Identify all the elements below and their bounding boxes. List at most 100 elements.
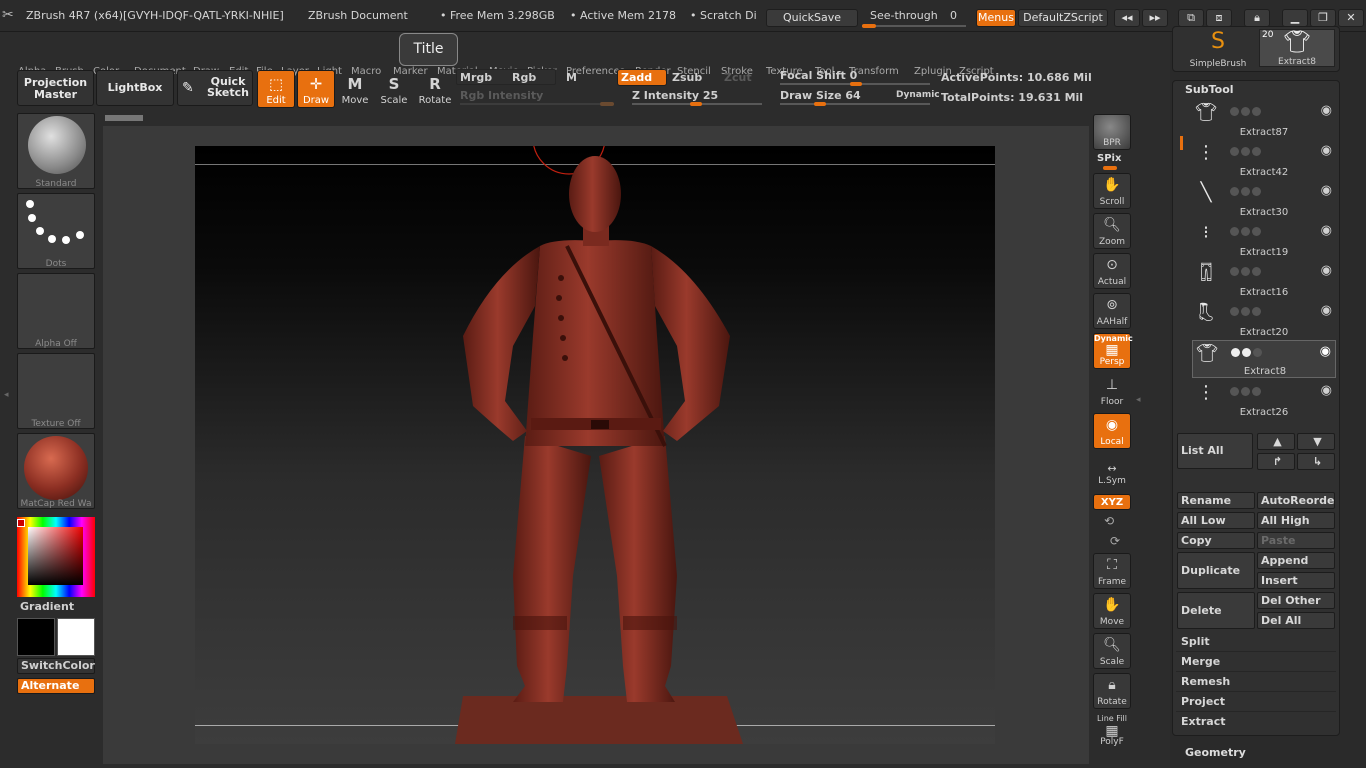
move-view-button[interactable]: ✋ Move — [1093, 593, 1131, 629]
right-tray-toggle-icon[interactable]: ◂ — [1136, 395, 1141, 405]
lightbox-button[interactable]: LightBox — [96, 70, 174, 106]
polyf-button[interactable]: Line Fill ▦ PolyF — [1093, 713, 1131, 749]
draw-size-knob[interactable] — [814, 102, 826, 106]
rgb-intensity-knob[interactable] — [600, 102, 614, 106]
spix-knob[interactable] — [1103, 166, 1117, 170]
subtool-scroll-indicator[interactable] — [1180, 136, 1183, 150]
see-through-slider[interactable] — [862, 25, 966, 27]
viewport-canvas[interactable] — [195, 146, 995, 744]
extract-subpalette[interactable]: Extract — [1176, 712, 1336, 732]
list-all-button[interactable]: List All — [1177, 433, 1253, 469]
move-down-branch-icon[interactable]: ↳ — [1297, 453, 1335, 470]
subtool-row[interactable]: 👕︎ ◉ Extract87 — [1192, 100, 1336, 138]
paste-button[interactable]: Paste — [1257, 532, 1335, 549]
quicksave-button[interactable]: QuickSave — [766, 9, 858, 27]
layout-alt-icon[interactable]: ⧈ — [1206, 9, 1232, 27]
eye-icon[interactable]: ◉ — [1321, 143, 1332, 158]
zsub-button[interactable]: Zsub — [672, 71, 702, 84]
scroll-right-icon[interactable]: ▸▸ — [1142, 9, 1168, 27]
subtool-row[interactable]: ⁝ ◉ Extract19 — [1192, 220, 1336, 258]
subtool-row[interactable]: 👖︎ ◉ Extract16 — [1192, 260, 1336, 298]
delete-button[interactable]: Delete — [1177, 592, 1255, 629]
alternate-button[interactable]: Alternate — [17, 678, 95, 694]
layout-icon[interactable]: ⧉ — [1178, 9, 1204, 27]
scroll-button[interactable]: ✋ Scroll — [1093, 173, 1131, 209]
remesh-subpalette[interactable]: Remesh — [1176, 672, 1336, 692]
z-intensity-knob[interactable] — [690, 102, 702, 106]
bpr-button[interactable]: BPR — [1093, 114, 1131, 150]
geometry-palette[interactable]: Geometry — [1185, 746, 1246, 759]
default-zscript-button[interactable]: DefaultZScript — [1018, 9, 1108, 27]
focal-shift-knob[interactable] — [850, 82, 862, 86]
edit-button[interactable]: ⬚ Edit — [257, 70, 295, 108]
mrgb-button[interactable]: Mrgb — [460, 71, 492, 84]
projection-master-button[interactable]: Projection Master — [17, 70, 94, 106]
actual-button[interactable]: ⊙ Actual — [1093, 253, 1131, 289]
rgb-button[interactable]: Rgb — [512, 71, 536, 84]
append-button[interactable]: Append — [1257, 552, 1335, 569]
eye-icon[interactable]: ◉ — [1320, 344, 1331, 359]
frame-button[interactable]: ⛶ Frame — [1093, 553, 1131, 589]
floor-button[interactable]: ⊥ Floor — [1093, 373, 1131, 409]
all-high-button[interactable]: All High — [1257, 512, 1335, 529]
duplicate-button[interactable]: Duplicate — [1177, 552, 1255, 589]
eye-icon[interactable]: ◉ — [1321, 183, 1332, 198]
subtool-row-selected[interactable]: 👕︎ ◉ Extract8 — [1192, 340, 1336, 378]
draw-size-slider[interactable]: Draw Size 64 — [780, 89, 861, 102]
move-up-branch-icon[interactable]: ↱ — [1257, 453, 1295, 470]
see-through-knob[interactable] — [862, 24, 876, 28]
subtool-title[interactable]: SubTool — [1185, 83, 1234, 96]
move-up-icon[interactable]: ▲ — [1257, 433, 1295, 450]
rotate-view-button[interactable]: 🔒︎ Rotate — [1093, 673, 1131, 709]
rename-button[interactable]: Rename — [1177, 492, 1255, 509]
merge-subpalette[interactable]: Merge — [1176, 652, 1336, 672]
main-color-swatch[interactable] — [17, 519, 25, 527]
project-subpalette[interactable]: Project — [1176, 692, 1336, 712]
draw-button[interactable]: ✛ Draw — [297, 70, 335, 108]
material-thumbnail[interactable]: MatCap Red Wa — [17, 433, 95, 509]
move-down-icon[interactable]: ▼ — [1297, 433, 1335, 450]
local-button[interactable]: ◉ Local — [1093, 413, 1131, 449]
eye-icon[interactable]: ◉ — [1321, 103, 1332, 118]
scale-button[interactable]: S Scale — [375, 70, 413, 108]
subtool-row[interactable]: ╲ ◉ Extract30 — [1192, 180, 1336, 218]
scale-view-button[interactable]: 🔍︎ Scale — [1093, 633, 1131, 669]
switch-color-button[interactable]: SwitchColor — [17, 658, 95, 674]
rotate-y-icon[interactable]: ⟲ — [1104, 514, 1114, 528]
copy-button[interactable]: Copy — [1177, 532, 1255, 549]
lock-icon[interactable]: 🔒︎ — [1244, 9, 1270, 27]
rotate-z-icon[interactable]: ⟳ — [1110, 534, 1120, 548]
zadd-button[interactable]: Zadd — [617, 69, 667, 86]
spix-slider[interactable]: SPix — [1097, 153, 1121, 164]
all-low-button[interactable]: All Low — [1177, 512, 1255, 529]
eye-icon[interactable]: ◉ — [1321, 303, 1332, 318]
insert-button[interactable]: Insert — [1257, 572, 1335, 589]
document-tab[interactable] — [105, 115, 143, 121]
primary-color-swatch[interactable] — [17, 618, 55, 656]
quick-sketch-button[interactable]: ✎ Quick Sketch — [177, 70, 253, 106]
eye-icon[interactable]: ◉ — [1321, 383, 1332, 398]
lsym-button[interactable]: ↔ L.Sym — [1093, 458, 1131, 488]
persp-button[interactable]: Dynamic ▦ Persp — [1093, 333, 1133, 369]
zoom-button[interactable]: 🔍︎ Zoom — [1093, 213, 1131, 249]
color-picker[interactable] — [17, 517, 95, 597]
subtool-row[interactable]: ⋮ ◉ Extract26 — [1192, 380, 1336, 418]
eye-icon[interactable]: ◉ — [1321, 263, 1332, 278]
del-all-button[interactable]: Del All — [1257, 612, 1335, 629]
focal-shift-slider[interactable]: Focal Shift 0 — [780, 69, 857, 82]
menus-button[interactable]: Menus — [976, 9, 1016, 27]
move-button[interactable]: M Move — [336, 70, 374, 108]
texture-thumbnail[interactable]: Texture Off — [17, 353, 95, 429]
minimize-icon[interactable]: ▁ — [1282, 9, 1308, 27]
subtool-row[interactable]: ⋮ ◉ Extract42 — [1192, 140, 1336, 178]
scroll-left-icon[interactable]: ◂◂ — [1114, 9, 1140, 27]
eye-icon[interactable]: ◉ — [1321, 223, 1332, 238]
z-intensity-slider[interactable]: Z Intensity 25 — [632, 89, 718, 102]
zcut-button[interactable]: Zcut — [724, 71, 752, 84]
gradient-label[interactable]: Gradient — [20, 600, 74, 613]
brush-thumbnail[interactable]: Standard — [17, 113, 95, 189]
split-subpalette[interactable]: Split — [1176, 632, 1336, 652]
stroke-thumbnail[interactable]: Dots — [17, 193, 95, 269]
restore-icon[interactable]: ❐ — [1310, 9, 1336, 27]
subtool-row[interactable]: 👢︎ ◉ Extract20 — [1192, 300, 1336, 338]
